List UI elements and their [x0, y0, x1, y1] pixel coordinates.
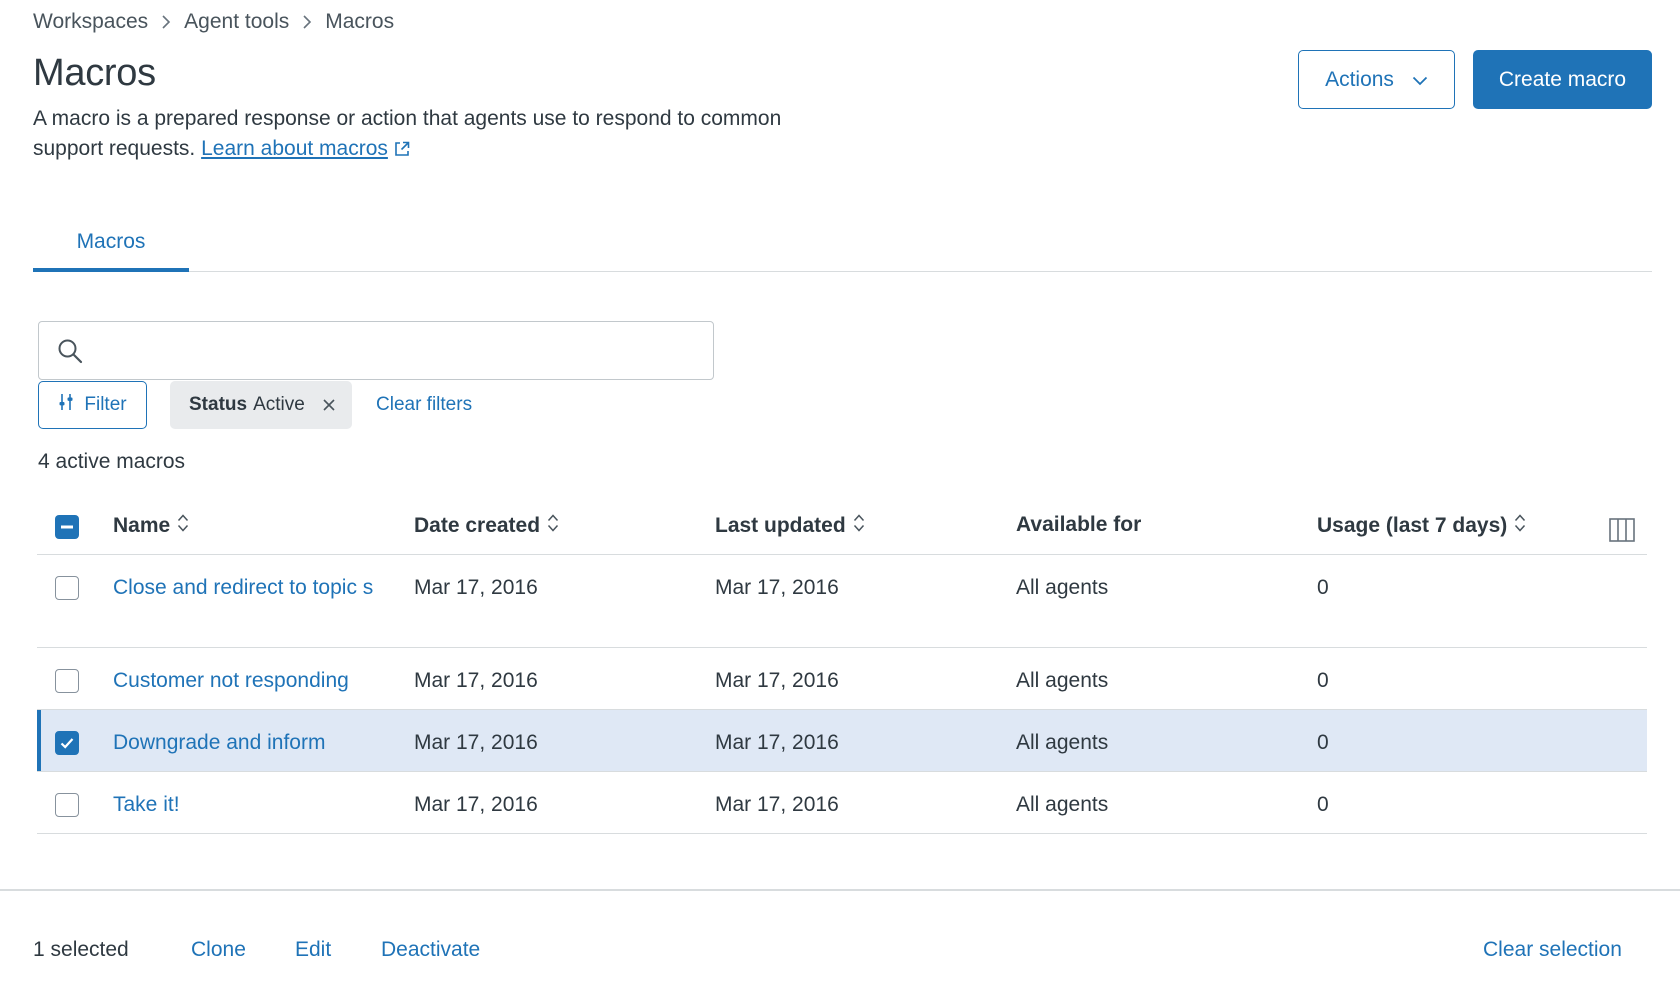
breadcrumb-item-workspaces[interactable]: Workspaces	[33, 10, 148, 34]
chip-key: Status	[189, 394, 248, 415]
status-filter-chip: Status Active	[170, 381, 352, 429]
breadcrumb: Workspaces Agent tools Macros	[33, 10, 394, 34]
select-all-checkbox[interactable]	[55, 515, 79, 539]
row-checkbox[interactable]	[55, 731, 79, 755]
column-header-label: Usage (last 7 days)	[1317, 514, 1508, 537]
chevron-right-icon	[301, 15, 313, 29]
page-description: A macro is a prepared response or action…	[33, 104, 833, 166]
sort-icon	[853, 513, 865, 539]
last-updated-cell: Mar 17, 2016	[715, 793, 839, 816]
macro-count: 4 active macros	[38, 450, 186, 473]
breadcrumb-item-agent-tools[interactable]: Agent tools	[184, 10, 289, 34]
macro-name-link[interactable]: Close and redirect to topic s	[113, 573, 383, 603]
column-header-available-for: Available for	[1016, 513, 1141, 537]
table-row[interactable]: Customer not responding Mar 17, 2016 Mar…	[37, 648, 1647, 710]
row-checkbox[interactable]	[55, 669, 79, 693]
chevron-right-icon	[160, 15, 172, 29]
usage-cell: 0	[1317, 793, 1329, 816]
footer-divider	[0, 889, 1680, 891]
usage-cell: 0	[1317, 576, 1329, 599]
search-field[interactable]	[38, 321, 714, 380]
sort-icon	[177, 513, 189, 539]
checkmark-icon	[60, 738, 74, 749]
table-row[interactable]: Downgrade and inform Mar 17, 2016 Mar 17…	[37, 710, 1647, 772]
sort-icon	[547, 513, 559, 539]
column-header-label: Name	[113, 514, 171, 537]
filter-sliders-icon	[58, 393, 74, 417]
macro-name-link[interactable]: Take it!	[113, 790, 383, 820]
macros-table: Name Date created Last updated Available…	[37, 502, 1647, 834]
table-row[interactable]: Close and redirect to topic s Mar 17, 20…	[37, 555, 1647, 648]
page-title: Macros	[33, 52, 156, 94]
last-updated-cell: Mar 17, 2016	[715, 576, 839, 599]
column-header-label: Available for	[1016, 513, 1142, 536]
selected-count: 1 selected	[33, 938, 129, 961]
breadcrumb-item-macros: Macros	[325, 10, 395, 33]
column-header-date-created[interactable]: Date created	[414, 513, 559, 539]
columns-icon[interactable]	[1609, 518, 1635, 548]
table-row[interactable]: Take it! Mar 17, 2016 Mar 17, 2016 All a…	[37, 772, 1647, 834]
column-header-label: Date created	[414, 514, 541, 537]
search-icon	[57, 338, 83, 370]
edit-button[interactable]: Edit	[295, 938, 331, 962]
macro-name-link[interactable]: Customer not responding	[113, 666, 383, 696]
filter-label: Filter	[84, 394, 127, 415]
close-icon[interactable]	[322, 396, 336, 418]
search-input[interactable]	[95, 322, 695, 378]
column-header-label: Last updated	[715, 514, 846, 537]
tab-bar: Macros	[33, 222, 1652, 272]
chevron-down-icon	[1412, 68, 1428, 92]
available-for-cell: All agents	[1016, 731, 1109, 754]
date-created-cell: Mar 17, 2016	[414, 576, 538, 599]
last-updated-cell: Mar 17, 2016	[715, 669, 839, 692]
learn-about-macros-link[interactable]: Learn about macros	[201, 137, 388, 160]
date-created-cell: Mar 17, 2016	[414, 669, 538, 692]
sort-icon	[1514, 513, 1526, 539]
chip-value: Active	[253, 394, 305, 415]
deactivate-button[interactable]: Deactivate	[381, 938, 480, 962]
clear-filters-link[interactable]: Clear filters	[376, 394, 472, 416]
actions-label: Actions	[1325, 67, 1394, 91]
column-header-usage[interactable]: Usage (last 7 days)	[1317, 513, 1526, 539]
available-for-cell: All agents	[1016, 669, 1109, 692]
available-for-cell: All agents	[1016, 793, 1109, 816]
tab-macros[interactable]: Macros	[33, 222, 189, 272]
clear-selection-button[interactable]: Clear selection	[1483, 938, 1622, 962]
clone-button[interactable]: Clone	[191, 938, 246, 962]
column-header-name[interactable]: Name	[113, 513, 189, 539]
row-checkbox[interactable]	[55, 793, 79, 817]
actions-button[interactable]: Actions	[1298, 50, 1455, 109]
usage-cell: 0	[1317, 669, 1329, 692]
row-checkbox[interactable]	[55, 576, 79, 600]
table-header: Name Date created Last updated Available…	[37, 502, 1647, 555]
date-created-cell: Mar 17, 2016	[414, 731, 538, 754]
macro-name-link[interactable]: Downgrade and inform	[113, 728, 383, 758]
available-for-cell: All agents	[1016, 576, 1109, 599]
external-link-icon	[394, 136, 410, 166]
filter-button[interactable]: Filter	[38, 381, 147, 429]
last-updated-cell: Mar 17, 2016	[715, 731, 839, 754]
column-header-last-updated[interactable]: Last updated	[715, 513, 865, 539]
usage-cell: 0	[1317, 731, 1329, 754]
create-macro-button[interactable]: Create macro	[1473, 50, 1652, 109]
date-created-cell: Mar 17, 2016	[414, 793, 538, 816]
